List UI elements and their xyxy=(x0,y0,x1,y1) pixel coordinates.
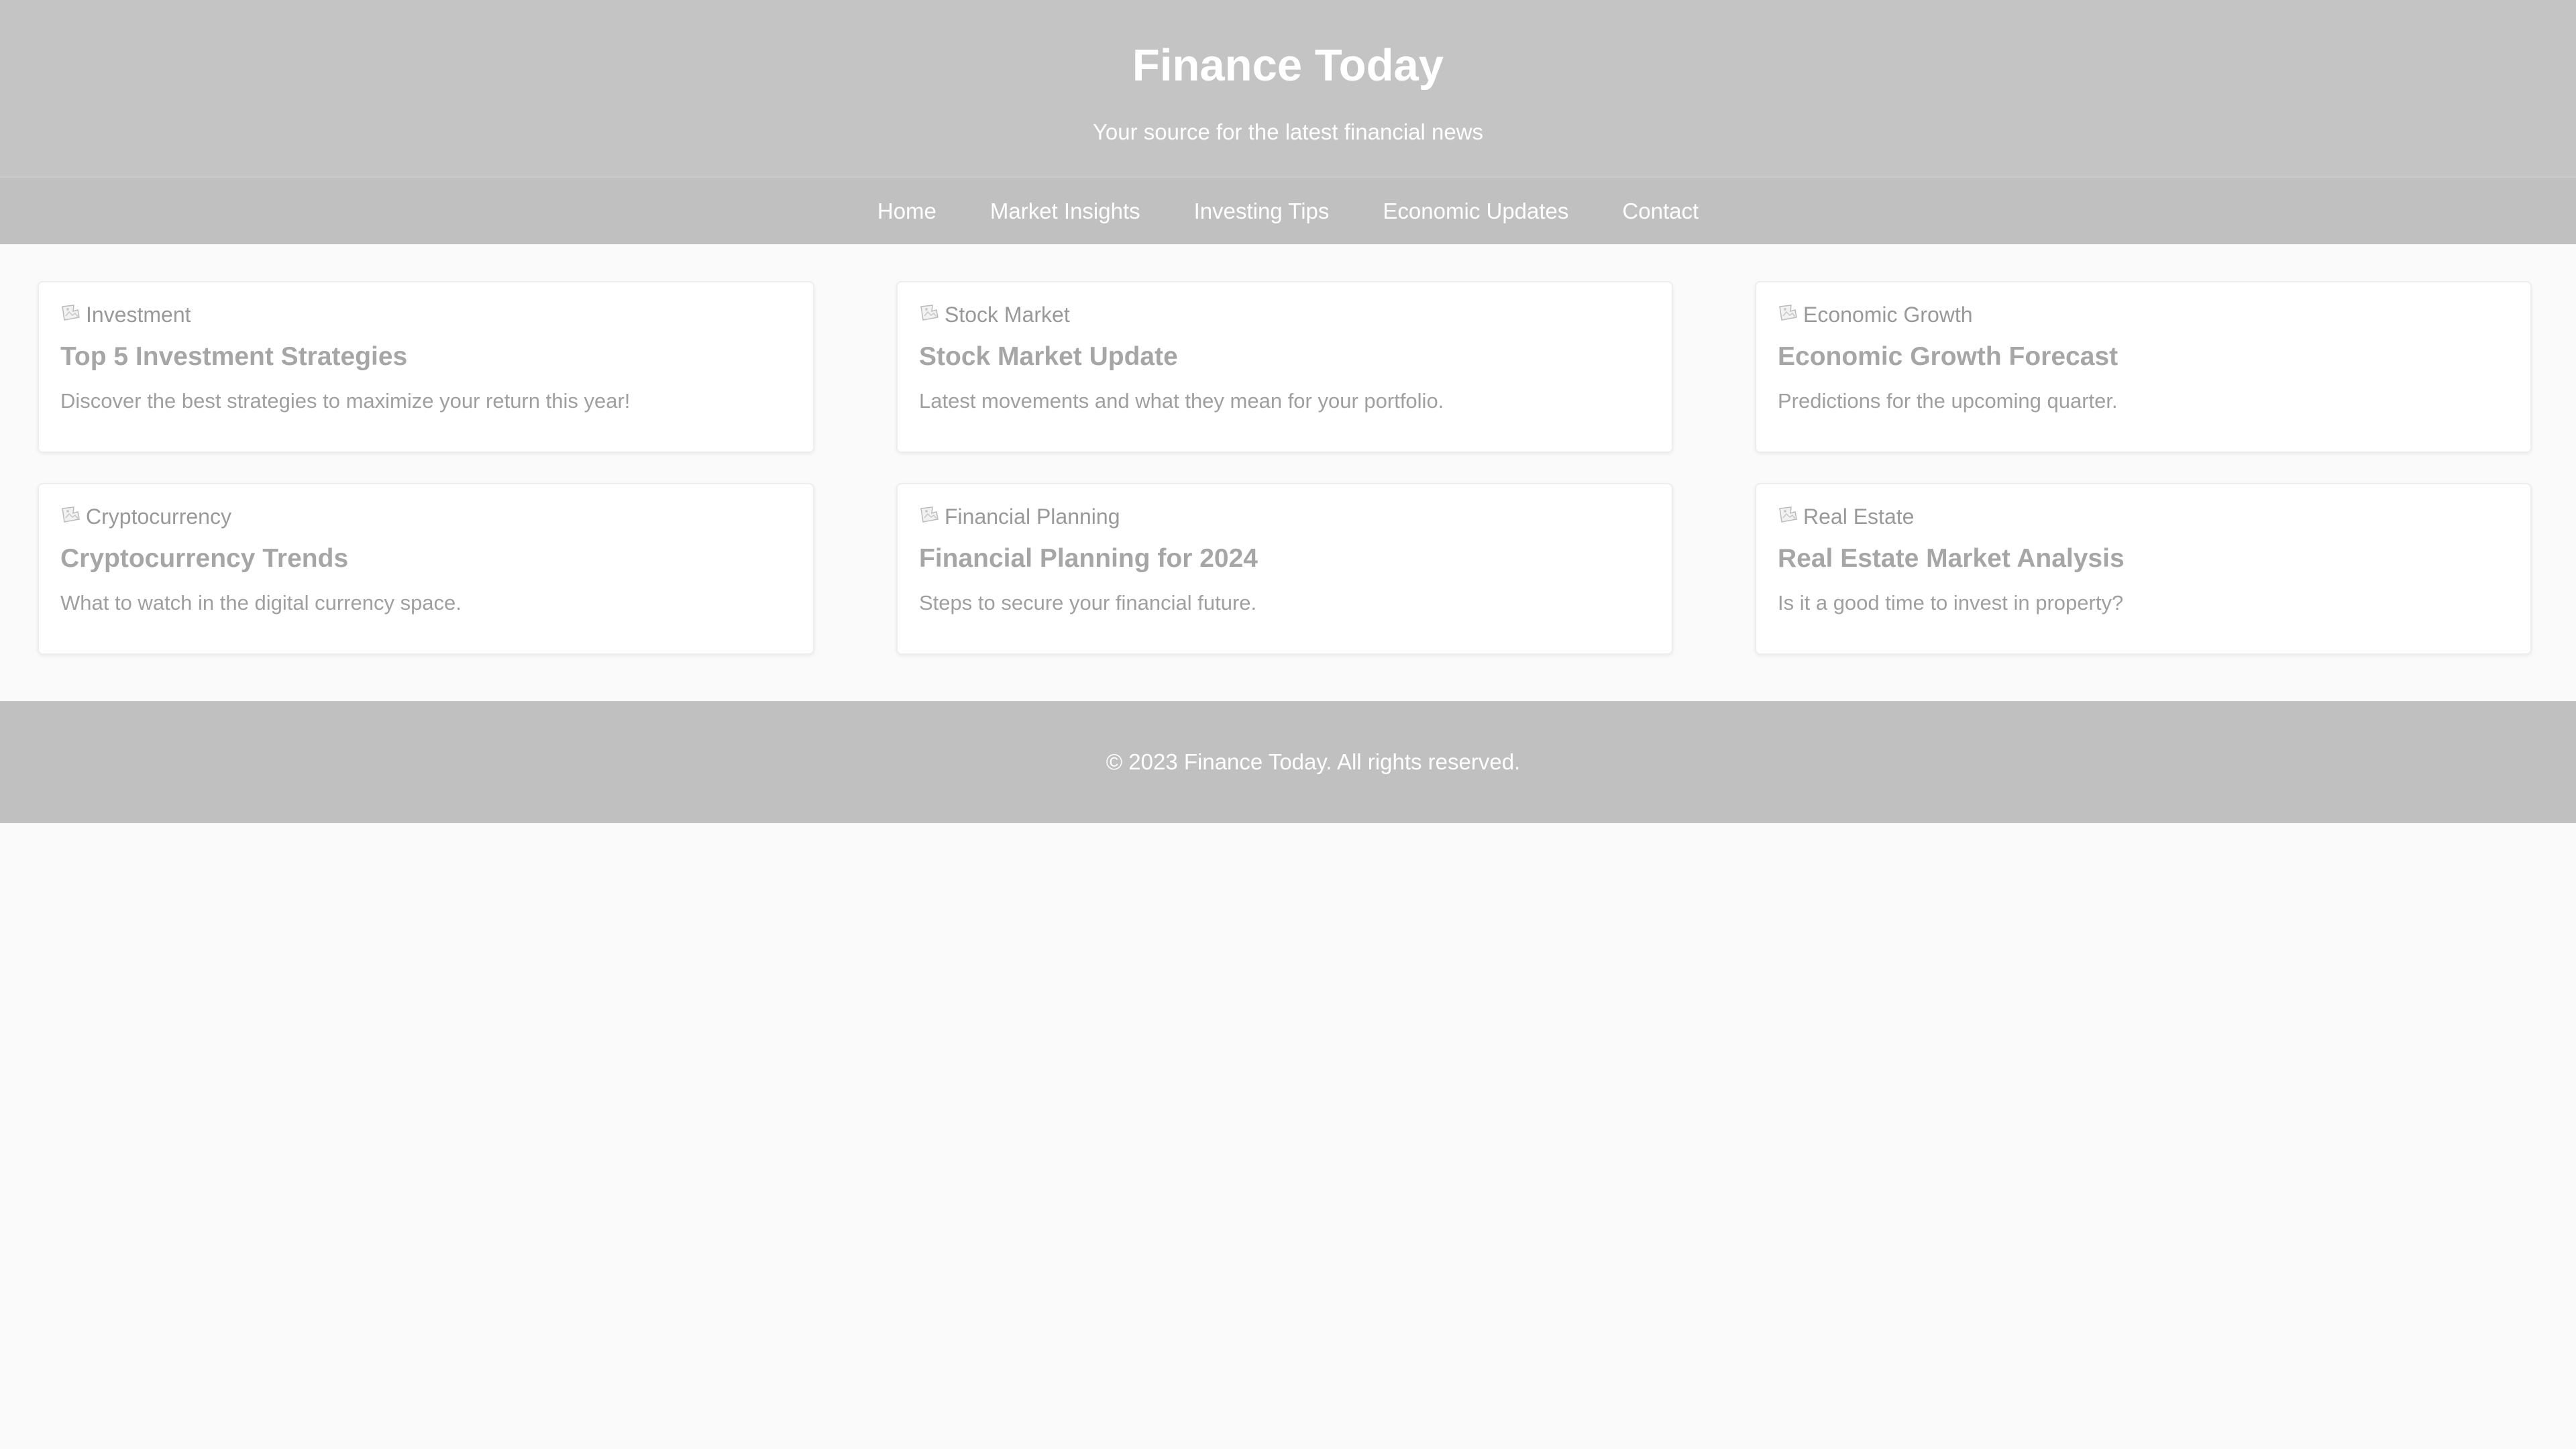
article-image-alt: Cryptocurrency xyxy=(86,504,231,529)
article-image-alt: Financial Planning xyxy=(945,504,1120,529)
article-image-alt: Real Estate xyxy=(1803,504,1915,529)
article-image-alt: Economic Growth xyxy=(1803,303,1973,327)
article-card[interactable]: Economic Growth Economic Growth Forecast… xyxy=(1755,281,2532,453)
broken-image-icon xyxy=(60,303,85,327)
broken-image-icon xyxy=(1778,303,1802,327)
article-description: Is it a good time to invest in property? xyxy=(1778,591,2124,614)
broken-image-icon xyxy=(1778,504,1802,529)
article-grid: Investment Top 5 Investment Strategies D… xyxy=(38,281,2532,655)
article-card[interactable]: Real Estate Real Estate Market Analysis … xyxy=(1755,483,2532,655)
article-description: Predictions for the upcoming quarter. xyxy=(1778,389,2118,413)
site-header: Finance Today Your source for the latest… xyxy=(0,0,2576,176)
article-image: Cryptocurrency xyxy=(60,503,792,530)
article-image: Economic Growth xyxy=(1778,301,2509,328)
site-subtitle: Your source for the latest financial new… xyxy=(1092,119,1484,144)
article-description: Steps to secure your financial future. xyxy=(919,591,1257,614)
article-title[interactable]: Top 5 Investment Strategies xyxy=(60,340,792,374)
article-image: Investment xyxy=(60,301,792,328)
nav-link-economic-updates[interactable]: Economic Updates xyxy=(1383,197,1568,226)
article-card[interactable]: Cryptocurrency Cryptocurrency Trends Wha… xyxy=(38,483,814,655)
broken-image-icon xyxy=(919,504,943,529)
article-card[interactable]: Investment Top 5 Investment Strategies D… xyxy=(38,281,814,453)
article-title[interactable]: Real Estate Market Analysis xyxy=(1778,542,2509,576)
article-image: Stock Market xyxy=(919,301,1650,328)
article-description: What to watch in the digital currency sp… xyxy=(60,591,462,614)
article-image: Real Estate xyxy=(1778,503,2509,530)
broken-image-icon xyxy=(919,303,943,327)
article-image-alt: Investment xyxy=(86,303,191,327)
nav-link-investing-tips[interactable]: Investing Tips xyxy=(1194,197,1330,226)
article-image: Financial Planning xyxy=(919,503,1650,530)
article-image-alt: Stock Market xyxy=(945,303,1070,327)
article-description: Discover the best strategies to maximize… xyxy=(60,389,631,413)
main-nav: Home Market Insights Investing Tips Econ… xyxy=(0,176,2576,244)
article-title[interactable]: Stock Market Update xyxy=(919,340,1650,374)
article-title[interactable]: Cryptocurrency Trends xyxy=(60,542,792,576)
nav-link-contact[interactable]: Contact xyxy=(1622,197,1699,226)
site-title: Finance Today xyxy=(1132,40,1444,91)
article-title[interactable]: Financial Planning for 2024 xyxy=(919,542,1650,576)
site-footer: © 2023 Finance Today. All rights reserve… xyxy=(0,701,2576,823)
nav-link-home[interactable]: Home xyxy=(877,197,936,226)
article-card[interactable]: Financial Planning Financial Planning fo… xyxy=(896,483,1673,655)
article-title[interactable]: Economic Growth Forecast xyxy=(1778,340,2509,374)
broken-image-icon xyxy=(60,504,85,529)
article-card[interactable]: Stock Market Stock Market Update Latest … xyxy=(896,281,1673,453)
article-description: Latest movements and what they mean for … xyxy=(919,389,1444,413)
nav-link-market-insights[interactable]: Market Insights xyxy=(990,197,1140,226)
footer-copyright: © 2023 Finance Today. All rights reserve… xyxy=(1106,749,1521,774)
